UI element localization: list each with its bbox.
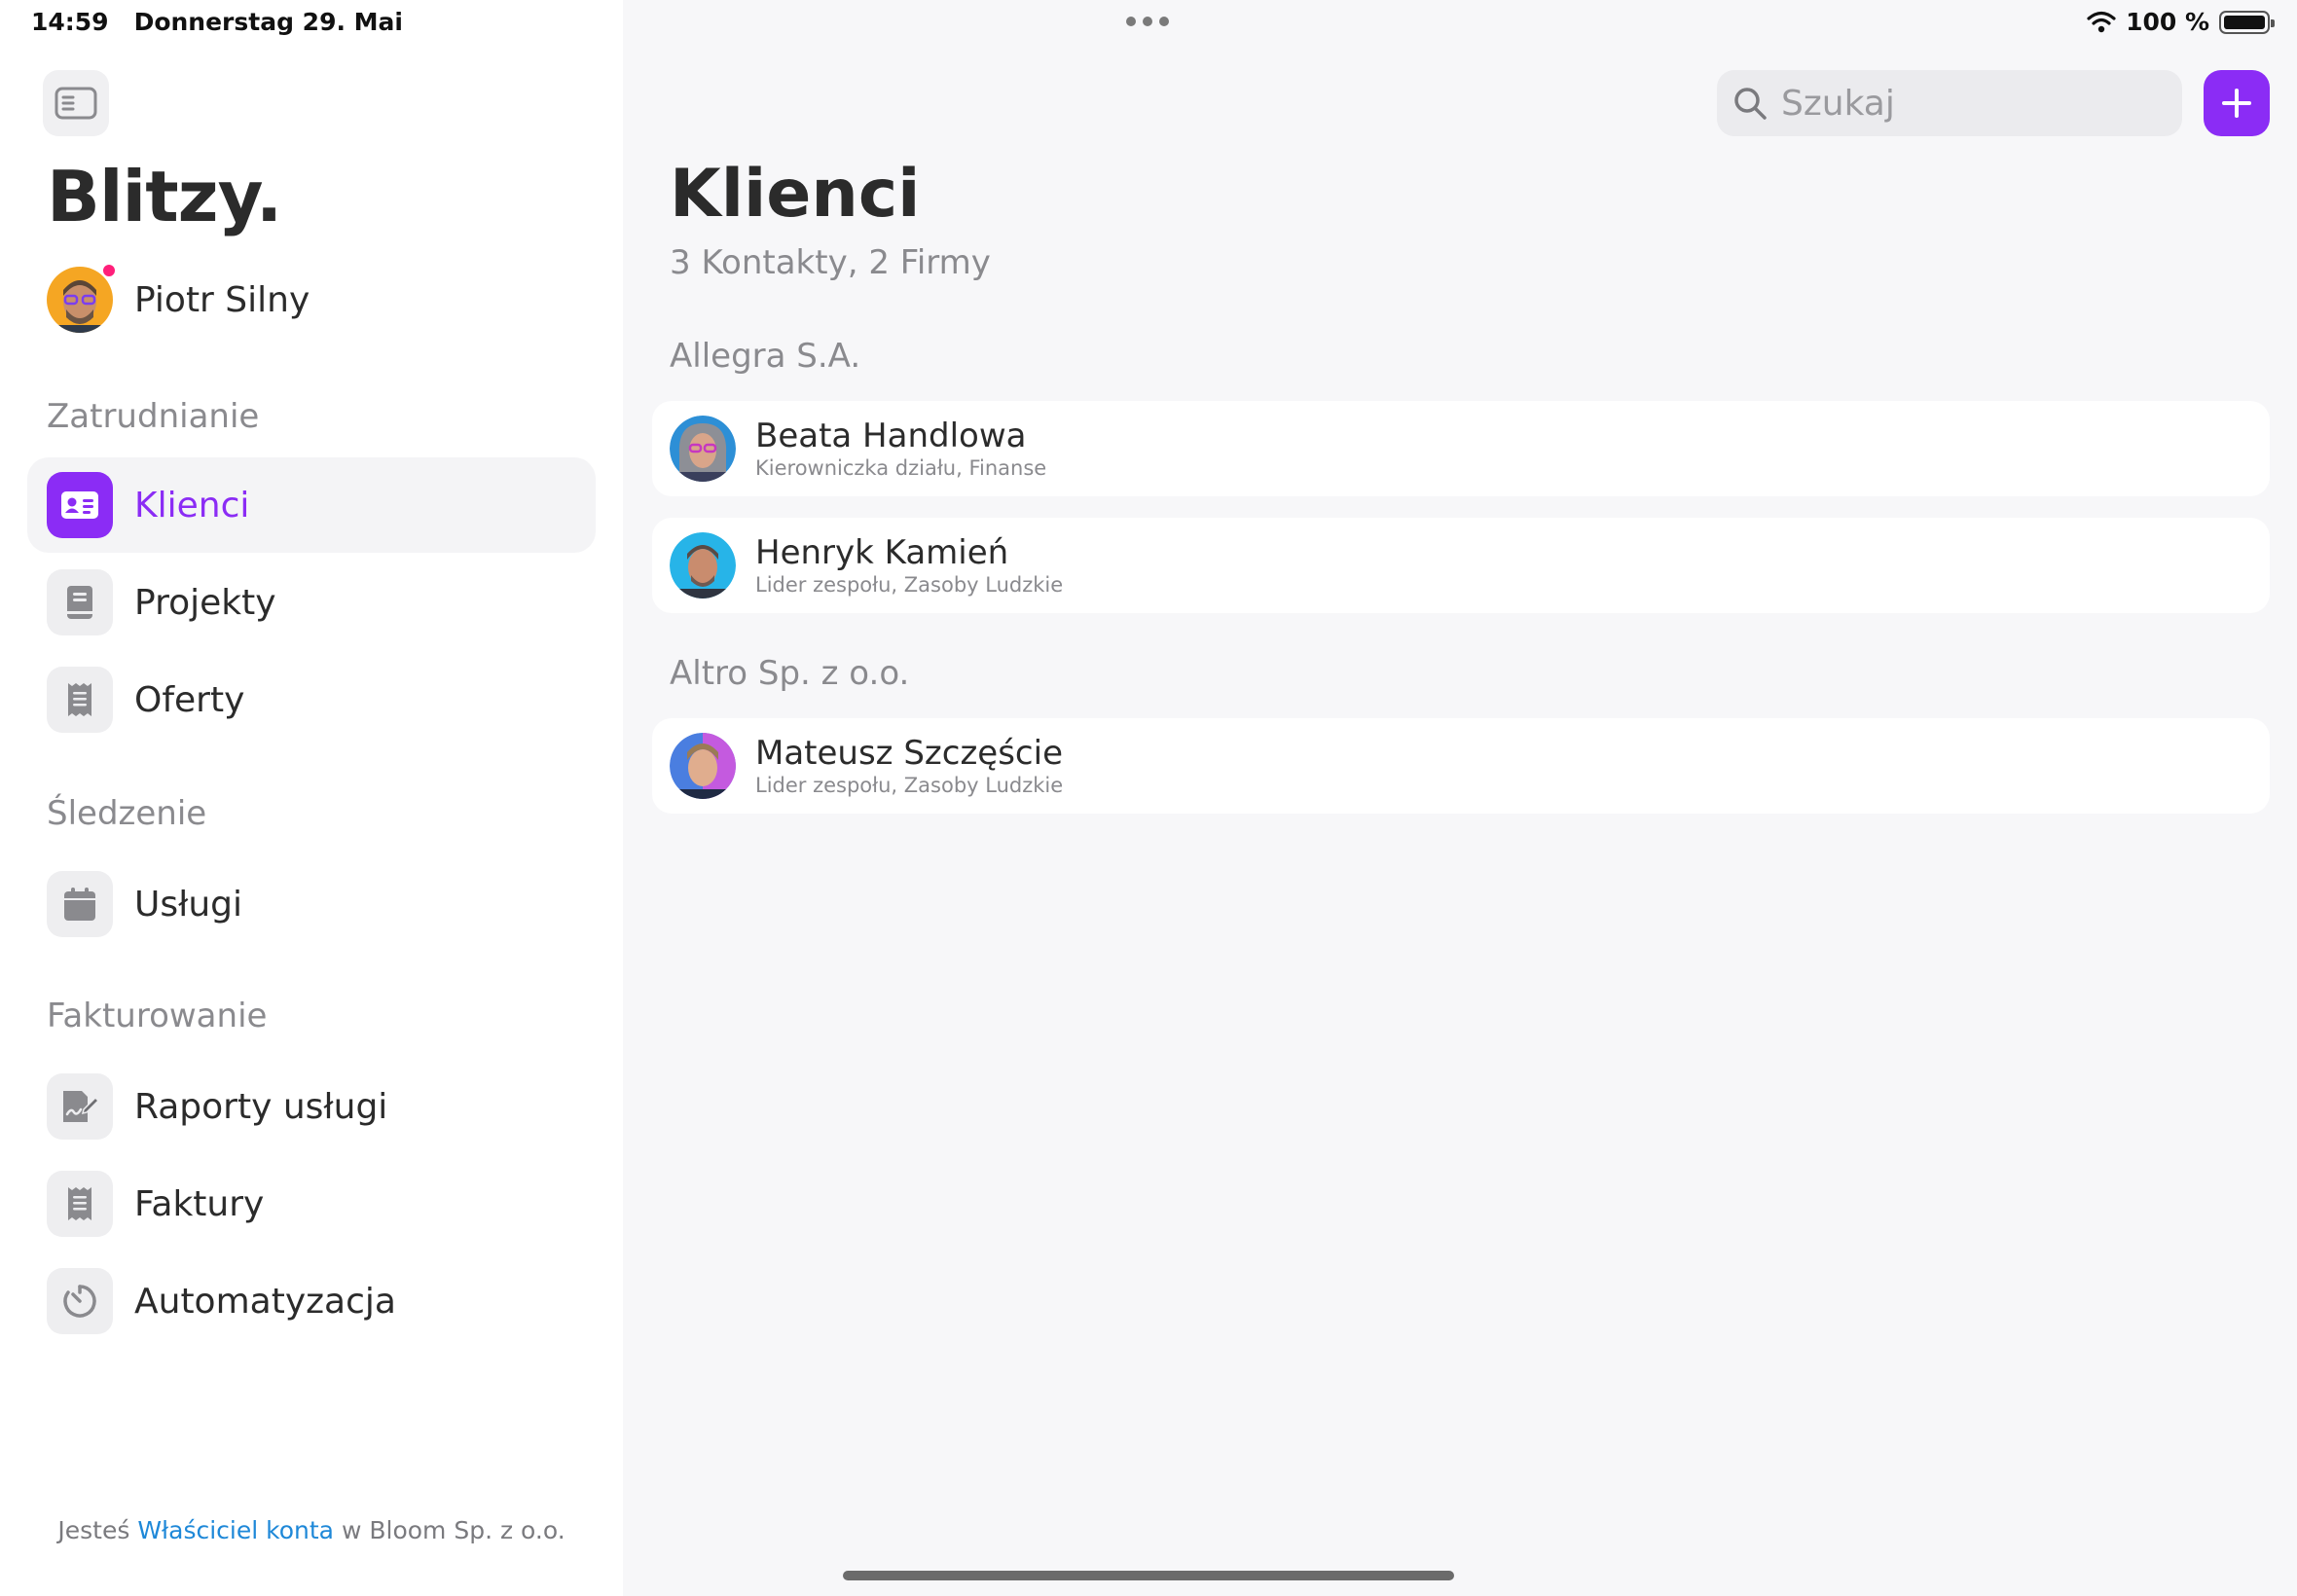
receipt-icon	[47, 1171, 113, 1237]
contact-role: Kierowniczka działu, Finanse	[755, 456, 1047, 480]
timer-icon	[47, 1268, 113, 1334]
company-header: Allegra S.A.	[670, 337, 861, 376]
contact-row[interactable]: Henryk Kamień Lider zespołu, Zasoby Ludz…	[652, 518, 2270, 613]
notification-dot	[101, 263, 117, 278]
account-footer: Jesteś Właściciel konta w Bloom Sp. z o.…	[0, 1516, 623, 1544]
multitasking-dots-icon[interactable]	[1126, 17, 1169, 26]
receipt-icon	[47, 667, 113, 733]
status-indicators: 100 %	[2087, 8, 2275, 36]
search-icon	[1734, 88, 1767, 120]
plus-icon	[2222, 89, 2251, 118]
account-role-link[interactable]: Właściciel konta	[137, 1516, 334, 1544]
calendar-icon	[47, 871, 113, 937]
sidebar-item-klienci[interactable]: Klienci	[27, 457, 596, 553]
section-label-zatrudnianie: Zatrudnianie	[47, 397, 260, 436]
sidebar-item-label: Usługi	[134, 884, 243, 925]
wifi-icon	[2087, 11, 2116, 32]
contact-card-icon	[47, 472, 113, 538]
company-header: Altro Sp. z o.o.	[670, 654, 910, 693]
main-content: 100 % Klienci 3 Kontakty, 2 Firmy Allegr…	[623, 0, 2297, 1596]
contact-name: Henryk Kamień	[755, 533, 1009, 572]
contact-name: Mateusz Szczęście	[755, 734, 1063, 773]
page-title: Klienci	[670, 156, 921, 233]
home-indicator[interactable]	[843, 1571, 1454, 1580]
contact-name: Beata Handlowa	[755, 417, 1027, 455]
sidebar-toggle-icon	[55, 87, 97, 120]
add-client-button[interactable]	[2204, 70, 2270, 136]
user-name: Piotr Silny	[134, 279, 310, 320]
app-brand: Blitzy.	[47, 156, 282, 237]
footer-prefix: Jesteś	[57, 1516, 130, 1544]
contact-row[interactable]: Mateusz Szczęście Lider zespołu, Zasoby …	[652, 718, 2270, 814]
sidebar-item-label: Raporty usługi	[134, 1086, 388, 1127]
user-profile[interactable]: Piotr Silny	[47, 263, 310, 333]
contact-role: Lider zespołu, Zasoby Ludzkie	[755, 573, 1064, 597]
book-icon	[47, 569, 113, 635]
sidebar-item-oferty[interactable]: Oferty	[27, 652, 596, 747]
sidebar-item-label: Faktury	[134, 1183, 265, 1224]
sidebar-item-faktury[interactable]: Faktury	[27, 1156, 596, 1251]
contact-role: Lider zespołu, Zasoby Ludzkie	[755, 774, 1064, 797]
contact-row[interactable]: Beata Handlowa Kierowniczka działu, Fina…	[652, 401, 2270, 496]
sidebar-item-automatyzacja[interactable]: Automatyzacja	[27, 1253, 596, 1349]
sidebar: 14:59 Donnerstag 29. Mai Blitzy. Piotr S…	[0, 0, 623, 1596]
contact-avatar	[670, 416, 736, 482]
section-label-sledzenie: Śledzenie	[47, 794, 207, 833]
sidebar-item-uslugi[interactable]: Usługi	[27, 856, 596, 952]
sidebar-item-raporty-uslugi[interactable]: Raporty usługi	[27, 1059, 596, 1154]
contact-info: Beata Handlowa Kierowniczka działu, Fina…	[755, 417, 1046, 481]
document-edit-icon	[47, 1073, 113, 1140]
battery-percent: 100 %	[2126, 8, 2209, 36]
contact-avatar	[670, 532, 736, 598]
avatar	[47, 263, 117, 333]
page-subtitle: 3 Kontakty, 2 Firmy	[670, 243, 991, 282]
footer-suffix: w Bloom Sp. z o.o.	[341, 1516, 565, 1544]
sidebar-item-projekty[interactable]: Projekty	[27, 555, 596, 650]
section-label-fakturowanie: Fakturowanie	[47, 997, 268, 1035]
battery-icon	[2219, 10, 2275, 34]
status-date: Donnerstag 29. Mai	[133, 8, 403, 36]
contact-info: Mateusz Szczęście Lider zespołu, Zasoby …	[755, 734, 1063, 798]
sidebar-item-label: Automatyzacja	[134, 1281, 396, 1322]
sidebar-item-label: Oferty	[134, 679, 245, 720]
sidebar-item-label: Projekty	[134, 582, 276, 623]
sidebar-toggle-button[interactable]	[43, 70, 109, 136]
search-input[interactable]	[1781, 83, 2151, 124]
user-avatar-icon	[47, 267, 113, 333]
search-bar[interactable]	[1717, 70, 2182, 136]
sidebar-item-label: Klienci	[134, 485, 250, 526]
status-time: 14:59	[31, 8, 109, 36]
contact-avatar	[670, 733, 736, 799]
status-clock: 14:59 Donnerstag 29. Mai	[31, 8, 428, 36]
contact-info: Henryk Kamień Lider zespołu, Zasoby Ludz…	[755, 533, 1063, 598]
